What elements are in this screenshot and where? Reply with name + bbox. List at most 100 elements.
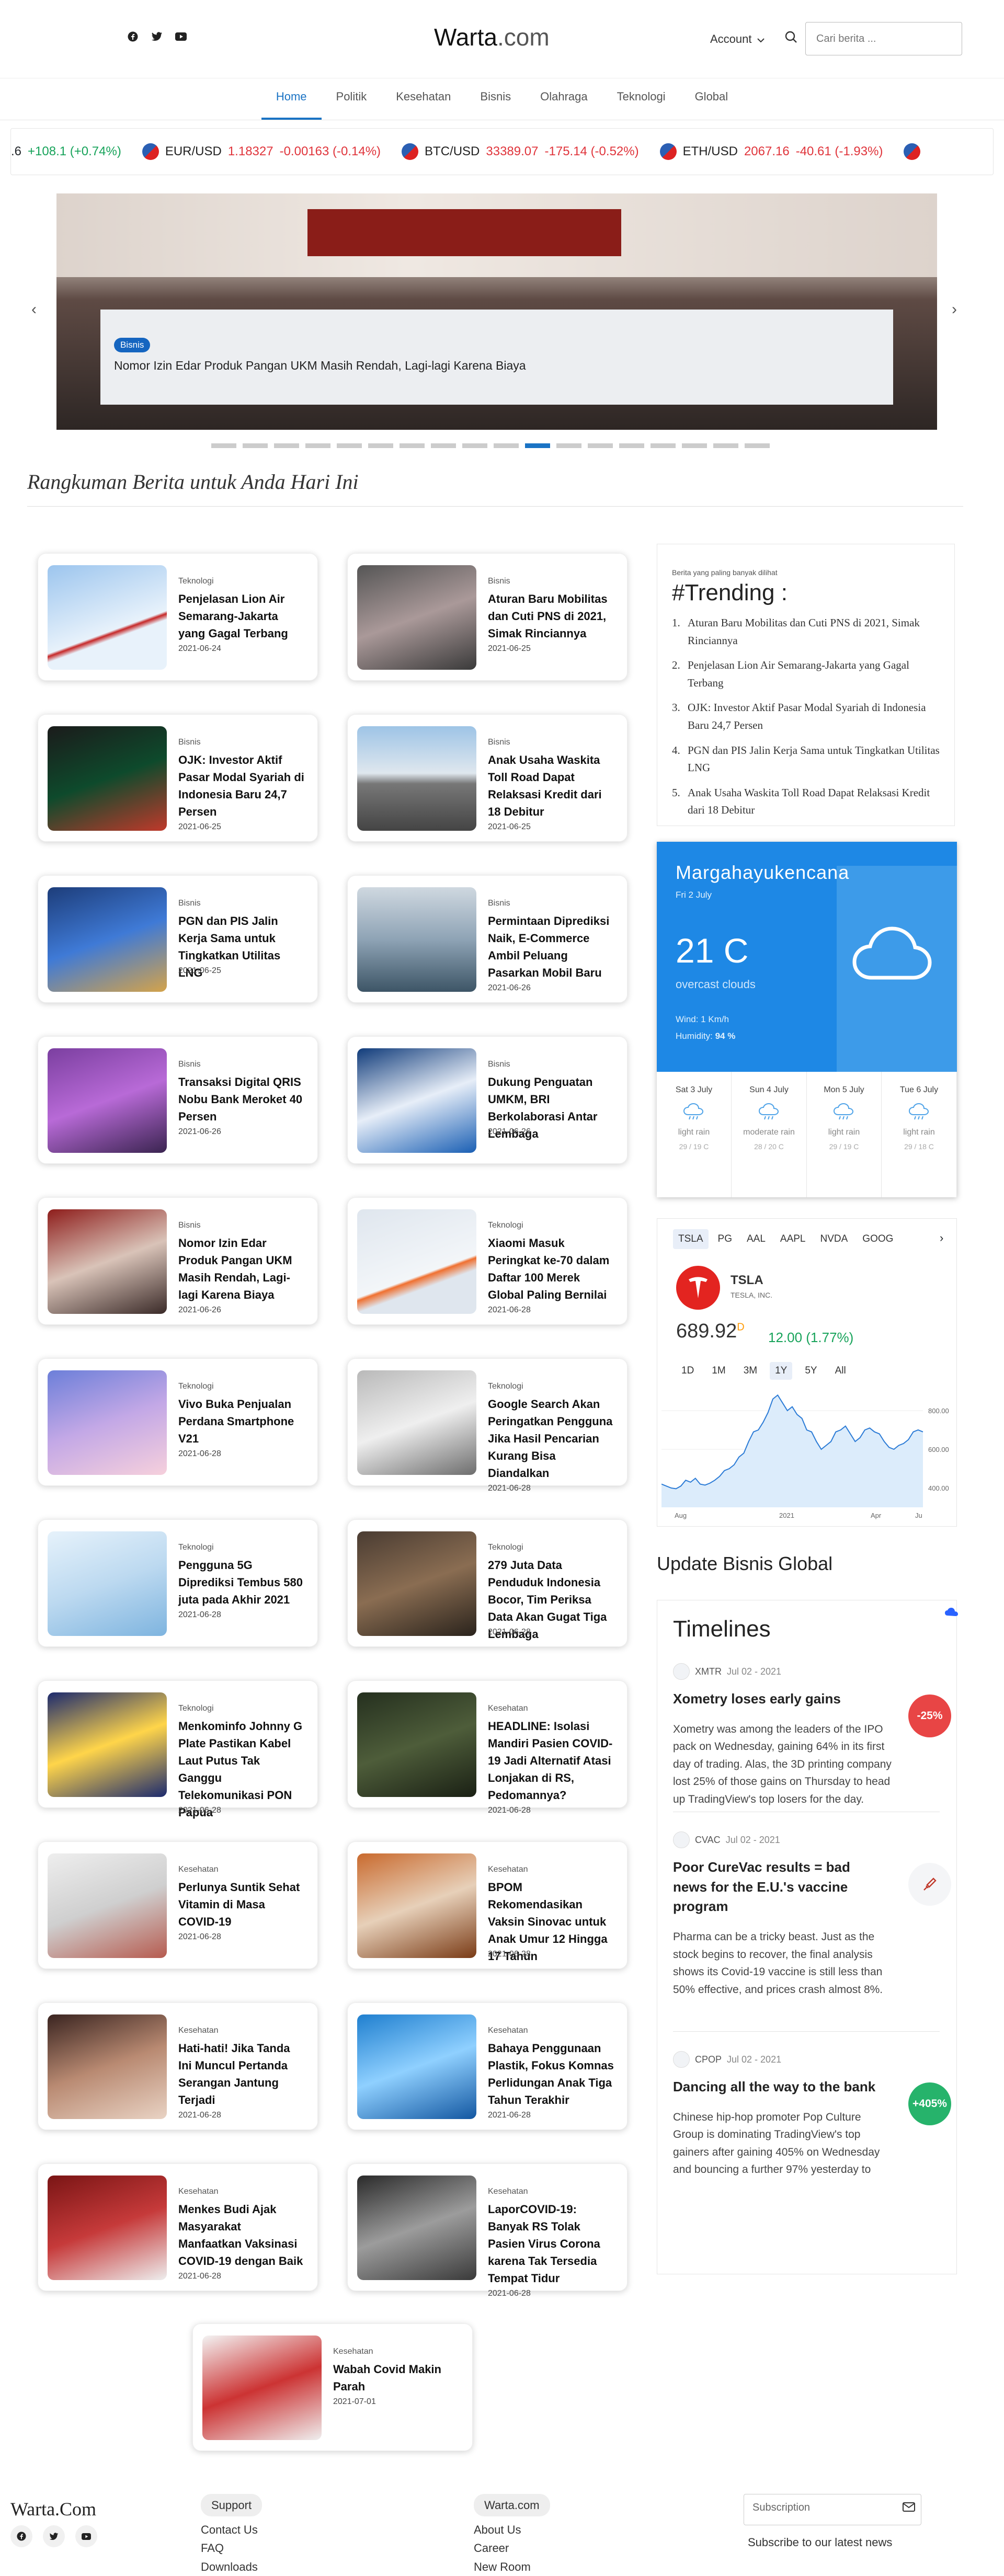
timeline-headline[interactable]: Dancing all the way to the bank: [673, 2077, 877, 2097]
stock-tab-aapl[interactable]: AAPL: [775, 1229, 811, 1249]
article-card[interactable]: Teknologi Menkominfo Johnny G Plate Pasti…: [38, 1680, 318, 1819]
article-card[interactable]: Kesehatan HEADLINE: Isolasi Mandiri Pasie…: [347, 1680, 628, 1815]
article-title[interactable]: Pengguna 5G Diprediksi Tembus 580 juta p…: [178, 1556, 305, 1608]
article-thumbnail[interactable]: [357, 1531, 476, 1636]
carousel-prev-icon[interactable]: ‹: [31, 301, 37, 318]
carousel-next-icon[interactable]: ›: [952, 301, 957, 318]
article-card[interactable]: Bisnis Permintaan Diprediksi Naik, E-Comm…: [347, 875, 628, 1003]
nav-item-bisnis[interactable]: Bisnis: [465, 78, 526, 120]
article-card[interactable]: Kesehatan BPOM Rekomendasikan Vaksin Sino…: [347, 1841, 628, 1969]
article-title[interactable]: Bahaya Penggunaan Plastik, Fokus Komnas …: [488, 2040, 614, 2109]
nav-item-politik[interactable]: Politik: [322, 78, 382, 120]
carousel-dot[interactable]: [305, 443, 330, 448]
article-thumbnail[interactable]: [48, 1853, 167, 1958]
article-title[interactable]: Penjelasan Lion Air Semarang-Jakarta yan…: [178, 590, 305, 642]
carousel-dot[interactable]: [243, 443, 268, 448]
trending-item[interactable]: 3. OJK: Investor Aktif Pasar Modal Syaria…: [672, 699, 944, 734]
article-title[interactable]: Anak Usaha Waskita Toll Road Dapat Relak…: [488, 751, 614, 820]
article-title[interactable]: Perlunya Suntik Sehat Vitamin di Masa CO…: [178, 1879, 305, 1930]
nav-item-teknologi[interactable]: Teknologi: [602, 78, 680, 120]
article-card[interactable]: Bisnis PGN dan PIS Jalin Kerja Sama untuk…: [38, 875, 318, 1003]
carousel-dot[interactable]: [400, 443, 425, 448]
carousel-dot[interactable]: [682, 443, 707, 448]
footer-link[interactable]: Career: [474, 2539, 550, 2557]
youtube-icon[interactable]: [75, 2525, 97, 2547]
trending-link[interactable]: OJK: Investor Aktif Pasar Modal Syariah …: [688, 699, 944, 734]
trending-link[interactable]: Penjelasan Lion Air Semarang-Jakarta yan…: [688, 657, 944, 692]
article-card[interactable]: Kesehatan Bahaya Penggunaan Plastik, Foku…: [347, 2002, 628, 2130]
article-thumbnail[interactable]: [357, 887, 476, 992]
trending-item[interactable]: 5. Anak Usaha Waskita Toll Road Dapat Rel…: [672, 784, 944, 819]
carousel-dot[interactable]: [588, 443, 613, 448]
carousel-dot[interactable]: [431, 443, 456, 448]
timeline-item[interactable]: CPOP Jul 02 - 2021 Dancing all the way to …: [673, 2051, 951, 2179]
range-tab-1y[interactable]: 1Y: [770, 1362, 793, 1380]
article-title[interactable]: Transaksi Digital QRIS Nobu Bank Meroket…: [178, 1073, 305, 1125]
nav-item-kesehatan[interactable]: Kesehatan: [381, 78, 465, 120]
chevron-right-icon[interactable]: ›: [940, 1231, 943, 1245]
carousel-dot[interactable]: [525, 443, 550, 448]
footer-link[interactable]: New Room: [474, 2558, 550, 2576]
article-thumbnail[interactable]: [48, 1370, 167, 1475]
search-icon[interactable]: [784, 30, 798, 47]
nav-item-olahraga[interactable]: Olahraga: [526, 78, 602, 120]
article-thumbnail[interactable]: [357, 1692, 476, 1797]
footer-link[interactable]: Contact Us: [201, 2521, 262, 2539]
footer-link[interactable]: FAQ: [201, 2539, 262, 2557]
article-title[interactable]: Wabah Covid Makin Parah: [333, 2361, 460, 2395]
article-title[interactable]: Permintaan Diprediksi Naik, E-Commerce A…: [488, 912, 614, 981]
timeline-headline[interactable]: Poor CureVac results = bad news for the …: [673, 1858, 877, 1917]
article-card[interactable]: Bisnis OJK: Investor Aktif Pasar Modal Sy…: [38, 714, 318, 842]
carousel-dot[interactable]: [211, 443, 236, 448]
article-card[interactable]: Kesehatan Wabah Covid Makin Parah 2021-07-…: [192, 2323, 473, 2451]
nav-item-global[interactable]: Global: [680, 78, 743, 120]
trending-item[interactable]: 1. Aturan Baru Mobilitas dan Cuti PNS di …: [672, 614, 944, 649]
nav-item-home[interactable]: Home: [261, 78, 322, 120]
carousel-dot[interactable]: [556, 443, 581, 448]
ticker-item[interactable]: BTC/USD 33389.07 -175.14 (-0.52%): [402, 143, 639, 160]
article-thumbnail[interactable]: [48, 565, 167, 670]
article-card[interactable]: Kesehatan Perlunya Suntik Sehat Vitamin d…: [38, 1841, 318, 1969]
article-card[interactable]: Bisnis Nomor Izin Edar Produk Pangan UKM …: [38, 1197, 318, 1325]
timeline-item[interactable]: XMTR Jul 02 - 2021 Xometry loses early gai…: [673, 1663, 951, 1808]
article-thumbnail[interactable]: [357, 1048, 476, 1153]
stock-tab-goog[interactable]: GOOG: [857, 1229, 898, 1249]
account-menu[interactable]: Account: [710, 32, 765, 46]
article-thumbnail[interactable]: [357, 1370, 476, 1475]
article-thumbnail[interactable]: [48, 1048, 167, 1153]
carousel-dot[interactable]: [274, 443, 299, 448]
article-title[interactable]: Vivo Buka Penjualan Perdana Smartphone V…: [178, 1395, 305, 1447]
article-card[interactable]: Teknologi Google Search Akan Peringatkan …: [347, 1358, 628, 1493]
article-card[interactable]: Teknologi Penjelasan Lion Air Semarang-Ja…: [38, 553, 318, 681]
stock-tab-pg[interactable]: PG: [713, 1229, 737, 1249]
article-thumbnail[interactable]: [357, 726, 476, 831]
range-tab-3m[interactable]: 3M: [738, 1362, 762, 1380]
ticker-item[interactable]: ETH/USD 2067.16 -40.61 (-1.93%): [659, 143, 883, 160]
facebook-icon[interactable]: [127, 30, 139, 43]
facebook-icon[interactable]: [10, 2525, 32, 2547]
carousel-dot[interactable]: [494, 443, 519, 448]
site-logo[interactable]: Warta.com: [434, 23, 550, 51]
stock-tab-aal[interactable]: AAL: [741, 1229, 771, 1249]
article-card[interactable]: Teknologi Vivo Buka Penjualan Perdana Sma…: [38, 1358, 318, 1486]
article-thumbnail[interactable]: [202, 2335, 322, 2440]
article-thumbnail[interactable]: [48, 2176, 167, 2280]
article-title[interactable]: HEADLINE: Isolasi Mandiri Pasien COVID-1…: [488, 1718, 614, 1804]
carousel-dot[interactable]: [337, 443, 362, 448]
trending-link[interactable]: Aturan Baru Mobilitas dan Cuti PNS di 20…: [688, 614, 944, 649]
mail-icon[interactable]: [903, 2502, 915, 2514]
article-card[interactable]: Bisnis Aturan Baru Mobilitas dan Cuti PNS…: [347, 553, 628, 681]
article-title[interactable]: Menkes Budi Ajak Masyarakat Manfaatkan V…: [178, 2201, 305, 2270]
article-card[interactable]: Bisnis Anak Usaha Waskita Toll Road Dapat…: [347, 714, 628, 842]
timeline-item[interactable]: CVAC Jul 02 - 2021 Poor CureVac results = …: [673, 1831, 951, 1998]
article-title[interactable]: LaporCOVID-19: Banyak RS Tolak Pasien Vi…: [488, 2201, 614, 2287]
article-card[interactable]: Teknologi Pengguna 5G Diprediksi Tembus 5…: [38, 1519, 318, 1647]
ticker-item[interactable]: EUR/USD 1.18327 -0.00163 (-0.14%): [142, 143, 381, 160]
subscription-input[interactable]: Subscription: [744, 2494, 921, 2525]
article-title[interactable]: Google Search Akan Peringatkan Pengguna …: [488, 1395, 614, 1482]
carousel-dot[interactable]: [713, 443, 738, 448]
article-card[interactable]: Teknologi Xiaomi Masuk Peringkat ke-70 da…: [347, 1197, 628, 1325]
stock-tab-nvda[interactable]: NVDA: [815, 1229, 853, 1249]
article-thumbnail[interactable]: [357, 1209, 476, 1314]
article-card[interactable]: Kesehatan Menkes Budi Ajak Masyarakat Man…: [38, 2163, 318, 2291]
